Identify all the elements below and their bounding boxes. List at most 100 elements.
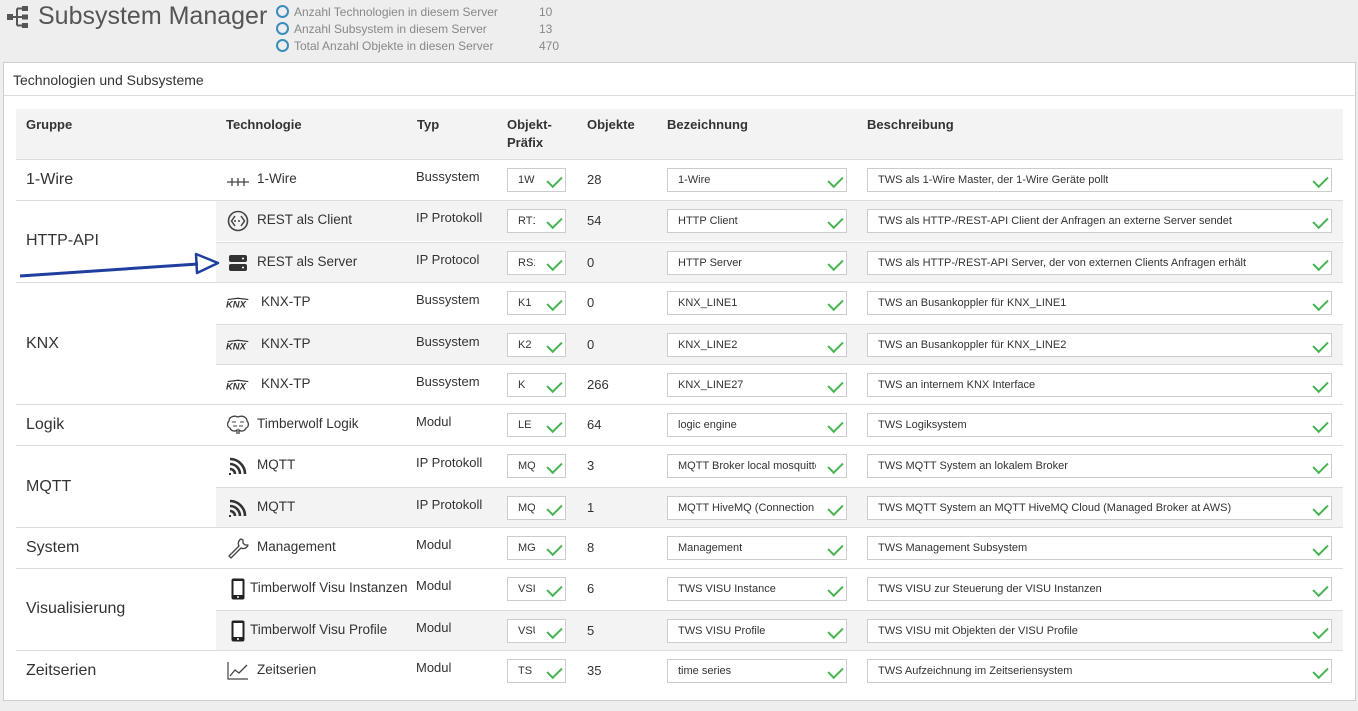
check-icon	[546, 336, 563, 353]
table-row[interactable]: 1-Wire Bussystem 1W 28 1-Wire TWS als 1-Wire …	[216, 160, 1343, 200]
check-icon	[1312, 417, 1329, 434]
column-typ[interactable]: Typ	[417, 116, 439, 134]
description-input[interactable]: TWS als HTTP-/REST-API Server, der von e…	[867, 250, 1332, 275]
label-input[interactable]: TWS VISU Instance	[667, 576, 847, 601]
object-count: 0	[587, 294, 595, 310]
technology-name: Timberwolf Logik	[257, 416, 359, 432]
prefix-input[interactable]: MQ1	[507, 496, 566, 521]
description-input[interactable]: TWS als HTTP-/REST-API Client der Anfrag…	[867, 208, 1332, 233]
table-row[interactable]: REST als Client IP Protokoll RT1 54 HTTP Cli…	[216, 200, 1343, 241]
table-row[interactable]: Management Modul MG 8 Management TWS Manageme…	[216, 528, 1343, 568]
prefix-input[interactable]: K2	[507, 332, 566, 357]
description-input[interactable]: TWS VISU mit Objekten der VISU Profile	[867, 618, 1332, 643]
prefix-value: K	[518, 379, 526, 392]
technology-name: KNX-TP	[261, 376, 311, 392]
label-input[interactable]: logic engine	[667, 413, 847, 438]
technology-name: Zeitserien	[257, 661, 317, 677]
check-icon	[827, 171, 844, 189]
column-objekte[interactable]: Objekte	[587, 116, 635, 134]
column-technologie[interactable]: Technologie	[226, 116, 302, 134]
description-input[interactable]: TWS Logiksystem	[867, 413, 1332, 438]
technology-name: MQTT	[257, 499, 296, 515]
check-icon	[1312, 254, 1329, 271]
label-input[interactable]: KNX_LINE27	[667, 373, 847, 398]
table-row[interactable]: Timberwolf Logik Modul LE 64 logic engine TWS…	[216, 405, 1343, 445]
prefix-input[interactable]: RS1	[507, 250, 566, 275]
prefix-input[interactable]: VSU	[507, 618, 566, 643]
prefix-input[interactable]: 1W	[507, 168, 566, 192]
description-input[interactable]: TWS als 1-Wire Master, der 1-Wire Geräte…	[867, 168, 1332, 192]
subsystems-table: Gruppe Technologie Typ Objekt- Präfix Ob…	[16, 109, 1343, 691]
check-icon	[827, 622, 844, 639]
table-row[interactable]: KNX KNX-TP Bussystem K 266 KNX_LINE27 TWS an i…	[216, 364, 1343, 404]
description-input[interactable]: TWS Aufzeichnung im Zeitseriensystem	[867, 658, 1332, 683]
prefix-input[interactable]: K	[507, 373, 566, 398]
check-icon	[1312, 662, 1329, 679]
label-value: TWS VISU Profile	[678, 624, 766, 637]
check-icon	[1312, 171, 1329, 189]
table-row[interactable]: Timberwolf Visu Profile Modul VSU 5 TWS VISU…	[216, 609, 1343, 650]
prefix-value: MG	[518, 542, 535, 555]
wrench-icon	[226, 537, 250, 559]
description-input[interactable]: TWS an internem KNX Interface	[867, 373, 1332, 398]
check-icon	[827, 580, 844, 598]
column-gruppe[interactable]: Gruppe	[26, 116, 72, 134]
group-knx: KNX KNX KNX-TP Bussystem K1 0 KNX_LINE1 TWS an …	[16, 281, 1343, 405]
stat-value: 470	[539, 38, 560, 53]
label-input[interactable]: Management	[667, 536, 847, 561]
prefix-value: RS1	[518, 256, 535, 269]
description-value: TWS MQTT System an MQTT HiveMQ Cloud (Ma…	[878, 502, 1232, 515]
check-icon	[827, 662, 844, 679]
label-input[interactable]: KNX_LINE2	[667, 332, 847, 357]
label-input[interactable]: HTTP Client	[667, 208, 847, 233]
technology-name: 1-Wire	[257, 171, 297, 186]
object-count: 28	[587, 172, 602, 187]
label-input[interactable]: MQTT HiveMQ (Connection Buil	[667, 496, 847, 521]
prefix-input[interactable]: LE	[507, 413, 566, 438]
stat-value: 10	[539, 4, 553, 19]
prefix-input[interactable]: VSI	[507, 576, 566, 601]
technology-name: Timberwolf Visu Profile	[250, 621, 388, 637]
group-label: Zeitserien	[26, 661, 97, 679]
description-input[interactable]: TWS Management Subsystem	[867, 536, 1332, 561]
type-text: IP Protocol	[416, 251, 480, 267]
column-prefix-line2: Präfix	[507, 135, 544, 150]
table-row[interactable]: MQTT IP Protokoll MQ1 1 MQTT HiveMQ (Connect…	[216, 487, 1343, 528]
prefix-input[interactable]: TS	[507, 658, 566, 683]
column-bezeichnung[interactable]: Bezeichnung	[667, 116, 748, 134]
description-input[interactable]: TWS an Busankoppler für KNX_LINE2	[867, 332, 1332, 357]
prefix-input[interactable]: RT1	[507, 208, 566, 233]
label-input[interactable]: time series	[667, 658, 847, 683]
object-count: 266	[587, 377, 609, 393]
table-row[interactable]: MQTT IP Protokoll MQ2 3 MQTT Broker local mo…	[216, 446, 1343, 486]
prefix-input[interactable]: MG	[507, 536, 566, 561]
circle-icon	[276, 5, 289, 18]
prefix-input[interactable]: MQ2	[507, 454, 566, 479]
description-input[interactable]: TWS an Busankoppler für KNX_LINE1	[867, 290, 1332, 315]
column-beschreibung[interactable]: Beschreibung	[867, 116, 954, 134]
description-input[interactable]: TWS MQTT System an lokalem Broker	[867, 454, 1332, 479]
label-input[interactable]: MQTT Broker local mosquitto	[667, 454, 847, 479]
description-input[interactable]: TWS MQTT System an MQTT HiveMQ Cloud (Ma…	[867, 496, 1332, 521]
label-input[interactable]: 1-Wire	[667, 168, 847, 192]
prefix-input[interactable]: K1	[507, 290, 566, 315]
table-row[interactable]: KNX KNX-TP Bussystem K2 0 KNX_LINE2 TWS an Bus…	[216, 323, 1343, 364]
technology-name: REST als Server	[257, 253, 358, 269]
stat-objects: Total Anzahl Objekte in diesen Server 47…	[276, 37, 579, 54]
type-text: Bussystem	[416, 333, 480, 349]
label-input[interactable]: HTTP Server	[667, 250, 847, 275]
table-row[interactable]: KNX KNX-TP Bussystem K1 0 KNX_LINE1 TWS an Bus…	[216, 283, 1343, 323]
table-row[interactable]: Zeitserien Modul TS 35 time series TWS Aufzei…	[216, 651, 1343, 691]
description-input[interactable]: TWS VISU zur Steuerung der VISU Instanze…	[867, 576, 1332, 601]
page-title: Subsystem Manager	[38, 2, 268, 30]
stat-label: Anzahl Subsystem in diesem Server	[294, 21, 487, 36]
check-icon	[546, 377, 563, 394]
check-icon	[1312, 539, 1329, 557]
type-text: Bussystem	[416, 291, 480, 307]
table-row[interactable]: Timberwolf Visu Instanzen Modul VSI 6 TWS VI…	[216, 569, 1343, 609]
label-input[interactable]: TWS VISU Profile	[667, 618, 847, 643]
table-row[interactable]: REST als Server IP Protocol RS1 0 HTTP Serve…	[216, 241, 1343, 282]
column-prefix[interactable]: Objekt- Präfix	[507, 116, 552, 152]
group-label: KNX	[26, 334, 59, 352]
label-input[interactable]: KNX_LINE1	[667, 290, 847, 315]
